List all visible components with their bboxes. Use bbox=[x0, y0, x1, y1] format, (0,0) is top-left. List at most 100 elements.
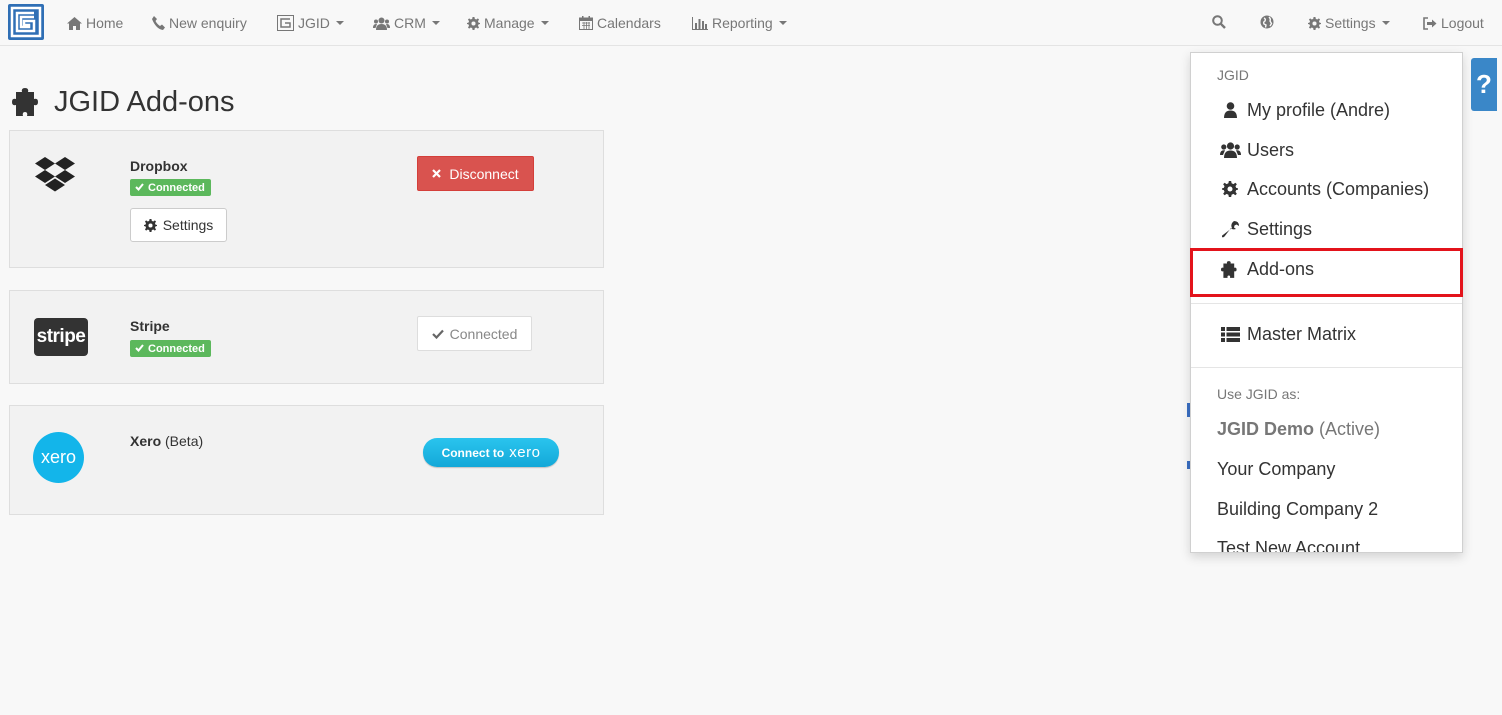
connect-to-xero-button[interactable]: Connect to xero bbox=[423, 438, 559, 467]
chevron-down-icon bbox=[1381, 21, 1390, 25]
menu-item-master-matrix[interactable]: Master Matrix bbox=[1191, 314, 1462, 354]
dropdown-header-jgid: JGID bbox=[1217, 67, 1249, 83]
gear-icon bbox=[143, 218, 157, 232]
menu-item-accounts[interactable]: Accounts (Companies) bbox=[1191, 169, 1462, 209]
nav-calendars[interactable]: Calendars bbox=[579, 0, 661, 46]
nav-settings-dropdown[interactable]: Settings bbox=[1308, 0, 1390, 46]
addon-card-dropbox: Dropbox Connected Settings Disconnect bbox=[9, 130, 604, 268]
status-badge: Connected bbox=[130, 340, 211, 357]
close-icon bbox=[432, 169, 442, 178]
connect-to-label: Connect to bbox=[441, 445, 505, 460]
nav-home[interactable]: Home bbox=[67, 0, 123, 46]
help-label: ? bbox=[1476, 69, 1492, 99]
menu-item-add-ons[interactable]: Add-ons bbox=[1191, 249, 1462, 289]
menu-divider bbox=[1191, 367, 1462, 368]
addon-name: Xero (Beta) bbox=[130, 433, 203, 449]
stripe-connected-button: Connected bbox=[417, 316, 532, 351]
page-title: JGID Add-ons bbox=[12, 84, 235, 120]
help-tab[interactable]: ? bbox=[1471, 58, 1497, 111]
nav-calendars-label: Calendars bbox=[597, 15, 661, 31]
logout-icon bbox=[1423, 16, 1437, 30]
chevron-down-icon bbox=[335, 21, 344, 25]
addon-card-stripe: stripe Stripe Connected Connected bbox=[9, 290, 604, 384]
list-icon bbox=[1215, 326, 1245, 342]
check-icon bbox=[135, 343, 144, 355]
settings-dropdown-menu: JGID My profile (Andre) Users Accounts (… bbox=[1190, 52, 1463, 553]
chevron-down-icon bbox=[431, 21, 440, 25]
users-icon bbox=[1215, 142, 1245, 158]
nav-jgid-dropdown[interactable]: JGID bbox=[277, 0, 344, 46]
dropbox-settings-label: Settings bbox=[162, 217, 214, 233]
check-icon bbox=[431, 329, 444, 339]
nav-new-enquiry[interactable]: New enquiry bbox=[152, 0, 247, 46]
nav-settings-label: Settings bbox=[1325, 15, 1376, 31]
menu-item-users[interactable]: Users bbox=[1191, 130, 1462, 170]
puzzle-icon bbox=[12, 88, 42, 116]
nav-search[interactable] bbox=[1212, 0, 1226, 46]
chevron-down-icon bbox=[540, 21, 549, 25]
nav-logout-label: Logout bbox=[1441, 15, 1484, 31]
addon-name-text: Xero bbox=[130, 433, 162, 449]
menu-item-label: Users bbox=[1247, 139, 1295, 160]
nav-manage-dropdown[interactable]: Manage bbox=[467, 0, 549, 46]
addon-card-xero: xero Xero (Beta) Connect to xero bbox=[9, 405, 604, 515]
stripe-logo-text: stripe bbox=[36, 326, 86, 347]
phone-icon bbox=[152, 16, 165, 30]
home-icon bbox=[67, 16, 82, 30]
nav-crm-dropdown[interactable]: CRM bbox=[373, 0, 440, 46]
nav-jgid-label: JGID bbox=[298, 15, 330, 31]
puzzle-icon bbox=[1215, 260, 1245, 278]
jgid-small-icon bbox=[277, 15, 294, 31]
nav-reporting-dropdown[interactable]: Reporting bbox=[692, 0, 787, 46]
menu-item-label: Master Matrix bbox=[1247, 323, 1357, 344]
account-option[interactable]: Your Company bbox=[1217, 459, 1335, 480]
nav-new-enquiry-label: New enquiry bbox=[169, 15, 247, 31]
nav-home-label: Home bbox=[86, 15, 124, 31]
menu-item-label: Accounts (Companies) bbox=[1247, 178, 1430, 199]
users-icon bbox=[373, 17, 390, 30]
account-active-name: JGID Demo bbox=[1217, 419, 1315, 439]
dropbox-disconnect-label: Disconnect bbox=[449, 165, 519, 182]
status-badge-label: Connected bbox=[148, 181, 205, 194]
dropbox-logo-icon bbox=[34, 155, 76, 200]
nav-crm-label: CRM bbox=[394, 15, 426, 31]
status-badge-label: Connected bbox=[148, 342, 205, 355]
menu-item-label: Settings bbox=[1247, 218, 1313, 239]
top-navbar: Home New enquiry JGID CRM Manage Calenda… bbox=[0, 0, 1502, 46]
check-icon bbox=[135, 182, 144, 194]
status-badge: Connected bbox=[130, 179, 211, 196]
dropbox-settings-button[interactable]: Settings bbox=[130, 208, 227, 242]
nav-reporting-label: Reporting bbox=[712, 15, 773, 31]
addon-name: Stripe bbox=[130, 318, 170, 334]
dropbox-disconnect-button[interactable]: Disconnect bbox=[417, 156, 534, 191]
nav-logout[interactable]: Logout bbox=[1423, 0, 1484, 46]
beta-note: (Beta) bbox=[165, 433, 204, 449]
chevron-down-icon bbox=[778, 21, 787, 25]
gear-icon bbox=[1215, 181, 1245, 197]
calendar-icon bbox=[579, 16, 593, 30]
page-title-text: JGID Add-ons bbox=[54, 85, 235, 118]
nav-language[interactable] bbox=[1260, 0, 1274, 46]
search-icon bbox=[1212, 14, 1226, 32]
account-option-active[interactable]: JGID Demo (Active) bbox=[1217, 419, 1380, 440]
menu-item-my-profile[interactable]: My profile (Andre) bbox=[1191, 90, 1462, 130]
jgid-logo[interactable] bbox=[8, 4, 44, 40]
account-active-suffix: (Active) bbox=[1319, 419, 1381, 439]
nav-manage-label: Manage bbox=[484, 15, 535, 31]
stripe-connected-label: Connected bbox=[449, 325, 518, 342]
menu-item-label: Add-ons bbox=[1247, 258, 1315, 279]
menu-item-settings[interactable]: Settings bbox=[1191, 209, 1462, 249]
dropdown-header-use-as: Use JGID as: bbox=[1217, 386, 1301, 402]
menu-item-label: My profile (Andre) bbox=[1247, 99, 1391, 120]
gear-icon bbox=[1308, 16, 1321, 30]
account-option[interactable]: Building Company 2 bbox=[1217, 499, 1378, 520]
xero-logo: xero bbox=[33, 432, 84, 483]
addon-name: Dropbox bbox=[130, 158, 188, 174]
gear-icon bbox=[467, 16, 480, 30]
bar-chart-icon bbox=[692, 16, 708, 30]
menu-divider bbox=[1191, 303, 1462, 304]
account-option[interactable]: Test New Account bbox=[1217, 538, 1360, 552]
wrench-icon bbox=[1215, 220, 1245, 238]
stripe-logo: stripe bbox=[34, 318, 88, 356]
globe-icon bbox=[1260, 15, 1274, 32]
